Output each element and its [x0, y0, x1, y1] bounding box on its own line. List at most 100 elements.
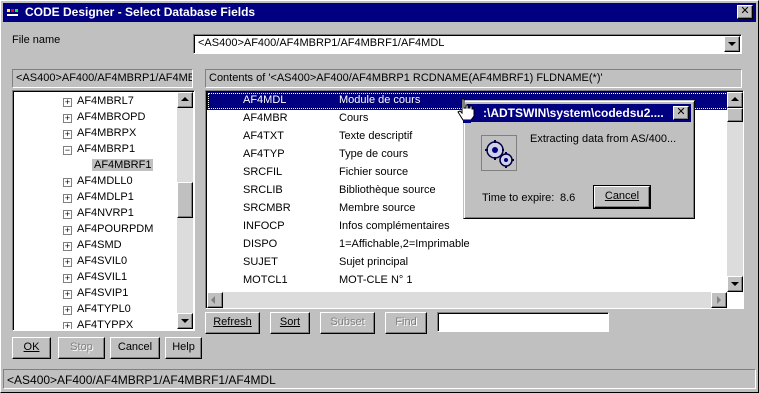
expand-icon[interactable]: + — [63, 178, 72, 187]
tree-item-label: AF4SMD — [77, 239, 122, 251]
expand-icon[interactable]: + — [63, 258, 72, 267]
field-name: MOTCL1 — [243, 274, 288, 286]
tree-item-label: AF4TYPL0 — [77, 303, 131, 315]
close-icon: ✕ — [740, 5, 750, 17]
arrow-left-icon — [211, 296, 215, 304]
scroll-down-button[interactable] — [177, 313, 193, 329]
expand-icon[interactable]: + — [63, 306, 72, 315]
status-text: <AS400>AF400/AF4MBRP1/AF4MBRF1/AF4MDL — [7, 373, 276, 387]
scroll-thumb[interactable] — [177, 182, 193, 218]
tree-item[interactable]: + AF4SVIL1 — [14, 270, 177, 286]
arrow-up-icon — [181, 97, 189, 101]
tree-scrollbar[interactable] — [177, 92, 193, 329]
field-row[interactable]: MOTCL2MOT-CLE N° 2 — [207, 290, 727, 291]
expand-icon[interactable]: + — [63, 290, 72, 299]
close-button[interactable]: ✕ — [737, 5, 753, 19]
ok-button[interactable]: OK — [12, 337, 51, 359]
find-button[interactable]: Find — [385, 312, 427, 334]
field-row[interactable]: INFOCP Infos complémentaires — [207, 218, 727, 236]
help-button[interactable]: Help — [165, 337, 202, 359]
title-bar[interactable]: CODE Designer - Select Database Fields ✕ — [3, 3, 756, 22]
scroll-left-button[interactable] — [207, 292, 223, 308]
tree-item-label: AF4MBRL7 — [77, 95, 134, 107]
sort-button[interactable]: Sort — [270, 312, 310, 334]
scroll-right-button[interactable] — [711, 292, 727, 308]
tree-header: <AS400>AF400/AF4MBRP1/AF4MBRF1/AF4MDL — [12, 69, 193, 88]
field-name: INFOCP — [243, 220, 285, 232]
expand-icon[interactable]: + — [63, 210, 72, 219]
tree-item[interactable]: − AF4MBRP1 — [14, 142, 177, 158]
tree-item[interactable]: + AF4MBRPX — [14, 126, 177, 142]
expand-icon[interactable]: + — [63, 226, 72, 235]
subset-button[interactable]: Subset — [320, 312, 375, 334]
tree-item-label: AF4SVIL1 — [77, 271, 128, 283]
field-name: DISPO — [243, 238, 278, 250]
tree-item[interactable]: + AF4POURPDM — [14, 222, 177, 238]
fields-header: Contents of '<AS400>AF400/AF4MBRP1 RCDNA… — [205, 69, 742, 88]
dialog-close-button[interactable]: ✕ — [673, 106, 689, 120]
tree-item-label: AF4MBRF1 — [92, 159, 154, 171]
field-row[interactable]: SUJET Sujet principal — [207, 254, 727, 272]
tree-item-label: AF4POURPDM — [77, 223, 154, 235]
main-window: CODE Designer - Select Database Fields ✕… — [0, 0, 759, 393]
collapse-icon[interactable]: − — [63, 146, 72, 155]
tree-item[interactable]: + AF4SVIP1 — [14, 286, 177, 302]
field-description: 1=Affichable,2=Imprimable — [339, 238, 470, 250]
expand-icon[interactable]: + — [63, 98, 72, 107]
tree-item[interactable]: + AF4MDLP1 — [14, 190, 177, 206]
field-description: Infos complémentaires — [339, 220, 450, 232]
file-dropdown-button[interactable] — [724, 36, 740, 52]
tree-item[interactable]: + AF4MBROPD — [14, 110, 177, 126]
tree-item[interactable]: + AF4NVRP1 — [14, 206, 177, 222]
tree-item[interactable]: + AF4MBRL7 — [14, 94, 177, 110]
tree-item-label: AF4TYPPX — [77, 319, 134, 329]
scroll-thumb[interactable] — [727, 108, 743, 122]
scroll-up-button[interactable] — [727, 92, 743, 108]
arrow-down-icon — [181, 319, 189, 323]
tree-item[interactable]: AF4MBRF1 — [14, 158, 177, 174]
hand-cursor-icon — [457, 98, 475, 123]
expand-icon[interactable]: + — [63, 274, 72, 283]
arrow-right-icon — [717, 296, 721, 304]
find-input[interactable] — [437, 312, 609, 332]
tree-item[interactable]: + AF4MDLL0 — [14, 174, 177, 190]
scroll-down-button[interactable] — [727, 276, 743, 292]
fields-vscrollbar[interactable] — [727, 92, 743, 292]
tree-item[interactable]: + AF4TYPPX — [14, 318, 177, 329]
expire-value: 8.6 — [560, 192, 576, 204]
dialog-cancel-button[interactable]: Cancel — [593, 185, 651, 209]
tree-item[interactable]: + AF4SMD — [14, 238, 177, 254]
field-description: Fichier source — [339, 166, 409, 178]
tree-view[interactable]: + AF4MBRL7 + AF4MBROPD + AF4MBRPX − AF4MBRP1 AF4… — [14, 92, 177, 329]
field-name: AF4TYP — [243, 148, 285, 160]
cancel-button[interactable]: Cancel — [110, 337, 160, 359]
window-title: CODE Designer - Select Database Fields — [25, 5, 256, 19]
refresh-button[interactable]: Refresh — [205, 312, 260, 334]
status-bar: <AS400>AF400/AF4MBRP1/AF4MBRF1/AF4MDL — [3, 369, 756, 389]
field-description: Membre source — [339, 202, 416, 214]
field-row[interactable]: DISPO 1=Affichable,2=Imprimable — [207, 236, 727, 254]
scroll-up-button[interactable] — [177, 92, 193, 108]
field-name: SUJET — [243, 256, 278, 268]
expand-icon[interactable]: + — [63, 114, 72, 123]
expand-icon[interactable]: + — [63, 322, 72, 329]
expand-icon[interactable]: + — [63, 194, 72, 203]
field-description: Type de cours — [339, 148, 409, 160]
tree-item[interactable]: + AF4SVIL0 — [14, 254, 177, 270]
dialog-title-bar[interactable]: :\ADTSWIN\system\codedsu2.... ✕ — [467, 104, 691, 122]
fields-hscrollbar[interactable] — [207, 292, 727, 308]
expand-icon[interactable]: + — [63, 130, 72, 139]
tree-item-label: AF4MBRP1 — [77, 143, 136, 155]
field-description: Texte descriptif — [339, 130, 413, 142]
file-name-combo[interactable]: <AS400>AF400/AF4MBRP1/AF4MBRF1/AF4MDL — [193, 34, 742, 54]
progress-dialog: :\ADTSWIN\system\codedsu2.... ✕ Extracti… — [463, 100, 695, 219]
field-name: AF4MBR — [243, 112, 288, 124]
expand-icon[interactable]: + — [63, 242, 72, 251]
field-row[interactable]: MOTCL1 MOT-CLE N° 1 — [207, 272, 727, 290]
stop-button[interactable]: Stop — [58, 337, 105, 359]
tree-item-label: AF4NVRP1 — [77, 207, 134, 219]
close-icon: ✕ — [676, 106, 686, 118]
tree-item[interactable]: + AF4TYPL0 — [14, 302, 177, 318]
arrow-up-icon — [731, 97, 739, 101]
field-description: Bibliothèque source — [339, 184, 436, 196]
